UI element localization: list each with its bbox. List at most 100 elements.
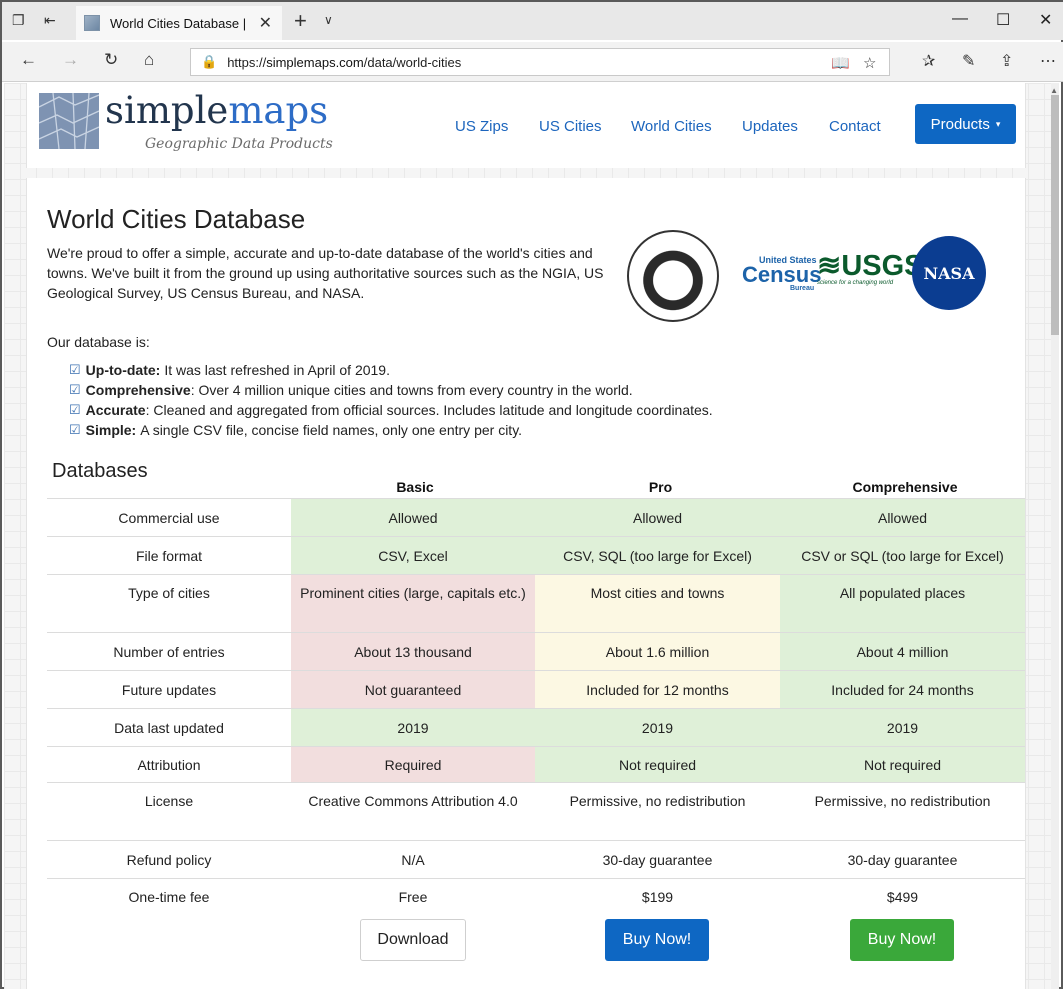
table-cell: N/A: [291, 840, 535, 879]
column-header-basic: Basic: [396, 479, 434, 495]
database-is-label: Our database is:: [47, 334, 150, 350]
logo-wordmark[interactable]: simplemaps: [105, 89, 328, 132]
logo-tagline: Geographic Data Products: [145, 136, 333, 152]
url-text: https://simplemaps.com/data/world-cities: [227, 54, 462, 70]
table-row: Number of entries About 13 thousand About …: [47, 632, 1025, 671]
web-note-icon[interactable]: ✎: [962, 51, 975, 71]
table-row: File format CSV, Excel CSV, SQL (too large…: [47, 536, 1025, 575]
row-label: License: [47, 782, 291, 841]
table-cell: CSV or SQL (too large for Excel): [780, 536, 1025, 575]
table-cell: Required: [291, 746, 535, 783]
table-cell: Not required: [780, 746, 1025, 783]
ngia-seal-icon: [627, 230, 719, 322]
nav-us-cities[interactable]: US Cities: [539, 118, 602, 135]
caret-down-icon: ▾: [995, 118, 1001, 129]
table-row: Future updates Not guaranteed Included for…: [47, 670, 1025, 709]
set-tabs-aside-icon[interactable]: ⇤: [44, 12, 56, 29]
webpage: simplemaps Geographic Data Products US Z…: [4, 83, 1055, 989]
table-cell: 2019: [780, 708, 1025, 747]
table-cell: About 13 thousand: [291, 632, 535, 671]
buy-pro-button[interactable]: Buy Now!: [605, 919, 709, 961]
lock-icon: 🔒: [201, 54, 218, 69]
usgs-logo: ≋USGS science for a changing world: [817, 250, 924, 287]
site-navbar: simplemaps Geographic Data Products US Z…: [26, 83, 1026, 168]
scrollbar-thumb[interactable]: [1051, 95, 1059, 335]
reading-view-icon[interactable]: 📖: [831, 54, 850, 72]
table-cell: About 1.6 million: [535, 632, 780, 671]
table-cell: CSV, SQL (too large for Excel): [535, 536, 780, 575]
column-header-pro: Pro: [648, 479, 673, 495]
nasa-logo: NASA: [912, 236, 986, 310]
favicon-icon: [84, 15, 100, 31]
feature-item: ☑ Up-to-date: It was last refreshed in Apr…: [69, 362, 390, 378]
main-content: World Cities Database We're proud to off…: [26, 178, 1026, 989]
row-label: Type of cities: [47, 574, 291, 633]
address-bar[interactable]: 🔒 https://simplemaps.com/data/world-citi…: [190, 48, 890, 76]
tab-close-icon[interactable]: ✕: [259, 13, 272, 33]
source-logos: United States Census Bureau ≋USGS scienc…: [627, 230, 987, 330]
more-icon[interactable]: ⋯: [1040, 51, 1056, 71]
checkbox-check-icon: ☑: [69, 402, 81, 417]
favorite-star-icon[interactable]: ☆: [863, 54, 876, 72]
table-row: Refund policy N/A 30-day guarantee 30-day g…: [47, 840, 1025, 879]
table-row: License Creative Commons Attribution 4.0 P…: [47, 782, 1025, 841]
products-dropdown-button[interactable]: Products ▾: [915, 104, 1016, 144]
table-cell: Included for 24 months: [780, 670, 1025, 709]
tab-preview-chevron-icon[interactable]: ∨: [324, 13, 333, 27]
table-row: Attribution Required Not required Not requi…: [47, 746, 1025, 783]
home-icon[interactable]: ⌂: [144, 50, 154, 70]
nav-updates[interactable]: Updates: [742, 118, 798, 135]
logo-map-icon[interactable]: [38, 92, 100, 150]
window-close-icon[interactable]: ✕: [1039, 10, 1052, 30]
tab-actions-icon[interactable]: ❐: [12, 12, 25, 29]
maximize-icon[interactable]: ☐: [996, 10, 1010, 30]
row-label: Commercial use: [47, 498, 291, 537]
table-cell: Not guaranteed: [291, 670, 535, 709]
table-cell: Included for 12 months: [535, 670, 780, 709]
table-row: Type of cities Prominent cities (large, c…: [47, 574, 1025, 633]
table-cell: Most cities and towns: [535, 574, 780, 633]
row-label: One-time fee: [47, 878, 291, 915]
feature-item: ☑ Accurate: Cleaned and aggregated from o…: [69, 402, 713, 418]
new-tab-icon[interactable]: +: [294, 8, 307, 34]
intro-paragraph: We're proud to offer a simple, accurate …: [47, 245, 604, 301]
table-cell: Allowed: [780, 498, 1025, 537]
table-cell: CSV, Excel: [291, 536, 535, 575]
checkbox-check-icon: ☑: [69, 382, 81, 397]
row-label: Attribution: [47, 746, 291, 783]
table-cell: $499: [780, 878, 1025, 915]
share-icon[interactable]: ⇪: [1000, 51, 1013, 71]
browser-tab[interactable]: World Cities Database | ✕: [76, 6, 282, 40]
favorites-hub-icon[interactable]: ✰: [922, 51, 935, 71]
table-cell: About 4 million: [780, 632, 1025, 671]
minimize-icon[interactable]: —: [952, 10, 968, 28]
buy-comprehensive-button[interactable]: Buy Now!: [850, 919, 954, 961]
tab-bar: ❐ ⇤ World Cities Database | ✕ + ∨ — ☐ ✕: [2, 0, 1063, 40]
row-label: Future updates: [47, 670, 291, 709]
page-title: World Cities Database: [47, 204, 306, 234]
tab-title: World Cities Database |: [110, 15, 247, 31]
nav-world-cities[interactable]: World Cities: [631, 118, 712, 135]
nav-contact[interactable]: Contact: [829, 118, 881, 135]
pricing-table: Commercial use Allowed Allowed Allowed File …: [47, 498, 1025, 915]
table-row: Commercial use Allowed Allowed Allowed: [47, 498, 1025, 537]
download-button[interactable]: Download: [360, 919, 466, 961]
back-icon[interactable]: ←: [20, 50, 37, 70]
row-label: Number of entries: [47, 632, 291, 671]
table-cell: 2019: [291, 708, 535, 747]
table-row: One-time fee Free $199 $499: [47, 878, 1025, 915]
table-cell: Free: [291, 878, 535, 915]
column-header-comprehensive: Comprehensive: [852, 479, 958, 495]
scroll-up-icon[interactable]: ▲: [1050, 86, 1058, 95]
products-label: Products: [930, 115, 990, 133]
census-logo: United States Census Bureau: [742, 255, 822, 292]
table-row: Data last updated 2019 2019 2019: [47, 708, 1025, 747]
feature-list: ☑ Up-to-date: It was last refreshed in Apr…: [69, 360, 713, 440]
forward-icon[interactable]: →: [62, 50, 79, 70]
nav-us-zips[interactable]: US Zips: [455, 118, 508, 135]
refresh-icon[interactable]: ↻: [104, 50, 118, 70]
table-cell: All populated places: [780, 574, 1025, 633]
table-cell: Prominent cities (large, capitals etc.): [291, 574, 535, 633]
table-cell: 2019: [535, 708, 780, 747]
table-cell: Allowed: [291, 498, 535, 537]
